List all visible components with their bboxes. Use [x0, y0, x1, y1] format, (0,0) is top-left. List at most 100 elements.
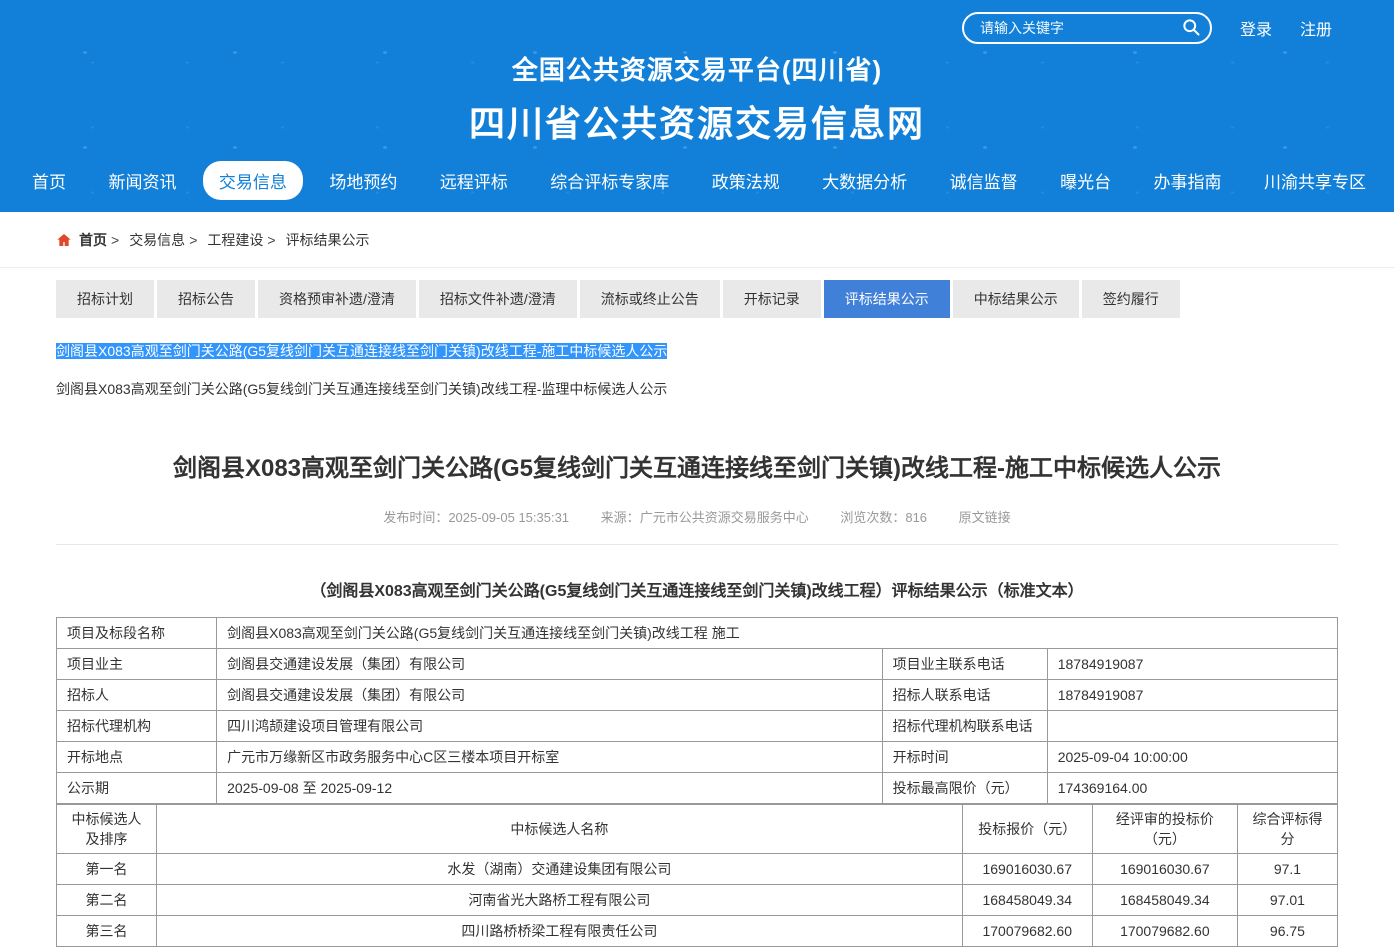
nav-item[interactable]: 首页: [16, 161, 82, 200]
category-tabs: 招标计划 招标公告 资格预审补遗/澄清 招标文件补遗/澄清 流标或终止公告 开标…: [56, 280, 1338, 318]
tab[interactable]: 中标结果公示: [953, 280, 1079, 318]
info-row: 项目及标段名称剑阁县X083高观至剑门关公路(G5复线剑门关互通连接线至剑门关镇…: [57, 618, 1338, 649]
info-cell: 项目及标段名称: [57, 618, 217, 649]
candidates-table: 中标候选人及排序中标候选人名称投标报价（元）经评审的投标价（元）综合评标得分第一…: [56, 804, 1338, 947]
info-cell: 剑阁县交通建设发展（集团）有限公司: [217, 649, 883, 680]
candidate-header-cell: 综合评标得分: [1237, 805, 1337, 854]
info-cell: 开标地点: [57, 742, 217, 773]
register-link[interactable]: 注册: [1300, 16, 1332, 40]
candidate-cell: 97.1: [1237, 854, 1337, 885]
info-cell: 18784919087: [1047, 649, 1337, 680]
candidate-cell: 第三名: [57, 916, 157, 947]
nav-item[interactable]: 政策法规: [696, 161, 796, 200]
info-cell: 开标时间: [882, 742, 1047, 773]
publish-time: 发布时间：2025-09-05 15:35:31: [383, 510, 569, 525]
article-source: 来源：广元市公共资源交易服务中心: [601, 510, 809, 525]
info-cell: 四川鸿颉建设项目管理有限公司: [217, 711, 883, 742]
info-cell: 剑阁县X083高观至剑门关公路(G5复线剑门关互通连接线至剑门关镇)改线工程 施…: [217, 618, 1338, 649]
tab[interactable]: 评标结果公示: [824, 280, 950, 318]
site-titles: 全国公共资源交易平台(四川省) 四川省公共资源交易信息网: [0, 50, 1394, 147]
nav-item[interactable]: 办事指南: [1138, 161, 1238, 200]
candidate-cell: 第一名: [57, 854, 157, 885]
candidate-header-row: 中标候选人及排序中标候选人名称投标报价（元）经评审的投标价（元）综合评标得分: [57, 805, 1338, 854]
content-divider: [56, 544, 1338, 545]
view-count: 浏览次数：816: [840, 510, 927, 525]
info-cell: 项目业主: [57, 649, 217, 680]
info-cell: [1047, 711, 1337, 742]
tab[interactable]: 开标记录: [723, 280, 821, 318]
tab[interactable]: 招标计划: [56, 280, 154, 318]
info-cell: 2025-09-04 10:00:00: [1047, 742, 1337, 773]
info-row: 招标人剑阁县交通建设发展（集团）有限公司招标人联系电话18784919087: [57, 680, 1338, 711]
article-meta: 发布时间：2025-09-05 15:35:31 来源：广元市公共资源交易服务中…: [56, 507, 1338, 526]
search-icon: [1181, 17, 1201, 40]
candidate-cell: 169016030.67: [1092, 854, 1237, 885]
source-value: 广元市公共资源交易服务中心: [640, 510, 809, 525]
candidate-cell: 四川路桥桥梁工程有限责任公司: [157, 916, 963, 947]
info-row: 开标地点广元市万缘新区市政务服务中心C区三楼本项目开标室开标时间2025-09-…: [57, 742, 1338, 773]
nav-item[interactable]: 综合评标专家库: [534, 161, 685, 200]
main-content: 招标计划 招标公告 资格预审补遗/澄清 招标文件补遗/澄清 流标或终止公告 开标…: [56, 280, 1338, 947]
main-nav: 首页 新闻资讯 交易信息 场地预约 远程评标 综合评标专家库 政策法规 大数据分…: [0, 147, 1394, 212]
info-cell: 公示期: [57, 773, 217, 804]
article-subtitle: （剑阁县X083高观至剑门关公路(G5复线剑门关互通连接线至剑门关镇)改线工程）…: [56, 577, 1338, 601]
tab[interactable]: 签约履行: [1082, 280, 1180, 318]
breadcrumb: 首页 交易信息 工程建设 评标结果公示: [0, 212, 1394, 268]
candidate-cell: 97.01: [1237, 885, 1337, 916]
candidate-cell: 170079682.60: [1092, 916, 1237, 947]
candidate-cell: 第二名: [57, 885, 157, 916]
nav-item[interactable]: 新闻资讯: [92, 161, 192, 200]
view-count-value: 816: [905, 510, 927, 525]
nav-item[interactable]: 川渝共享专区: [1248, 161, 1382, 200]
original-link[interactable]: 原文链接: [959, 510, 1011, 525]
nav-item[interactable]: 场地预约: [313, 161, 413, 200]
breadcrumb-item[interactable]: 工程建设: [185, 230, 263, 250]
candidate-row: 第一名水发（湖南）交通建设集团有限公司169016030.67169016030…: [57, 854, 1338, 885]
article-title: 剑阁县X083高观至剑门关公路(G5复线剑门关互通连接线至剑门关镇)改线工程-施…: [56, 448, 1338, 483]
nav-item[interactable]: 交易信息: [203, 161, 303, 200]
candidate-header-cell: 投标报价（元）: [962, 805, 1092, 854]
source-label: 来源：: [601, 510, 640, 525]
candidate-header-cell: 经评审的投标价（元）: [1092, 805, 1237, 854]
candidate-row: 第二名河南省光大路桥工程有限公司168458049.34168458049.34…: [57, 885, 1338, 916]
candidate-cell: 水发（湖南）交通建设集团有限公司: [157, 854, 963, 885]
candidate-header-cell: 中标候选人名称: [157, 805, 963, 854]
nav-item[interactable]: 远程评标: [424, 161, 524, 200]
info-cell: 广元市万缘新区市政务服务中心C区三楼本项目开标室: [217, 742, 883, 773]
breadcrumb-items: 首页 交易信息 工程建设 评标结果公示: [79, 230, 370, 250]
candidate-cell: 169016030.67: [962, 854, 1092, 885]
nav-item[interactable]: 大数据分析: [806, 161, 923, 200]
tab[interactable]: 流标或终止公告: [580, 280, 720, 318]
breadcrumb-item[interactable]: 首页: [79, 230, 107, 250]
announcement-title: 剑阁县X083高观至剑门关公路(G5复线剑门关互通连接线至剑门关镇)改线工程-施…: [56, 343, 667, 359]
candidate-cell: 河南省光大路桥工程有限公司: [157, 885, 963, 916]
login-link[interactable]: 登录: [1240, 16, 1272, 40]
announcement-list-item[interactable]: 剑阁县X083高观至剑门关公路(G5复线剑门关互通连接线至剑门关镇)改线工程-监…: [56, 374, 1338, 404]
announcement-list: 剑阁县X083高观至剑门关公路(G5复线剑门关互通连接线至剑门关镇)改线工程-施…: [56, 336, 1338, 404]
search-button[interactable]: [1176, 15, 1206, 41]
tab[interactable]: 招标文件补遗/澄清: [419, 280, 577, 318]
project-info-table: 项目及标段名称剑阁县X083高观至剑门关公路(G5复线剑门关互通连接线至剑门关镇…: [56, 617, 1338, 804]
home-icon: [56, 232, 72, 248]
candidate-cell: 170079682.60: [962, 916, 1092, 947]
nav-item[interactable]: 诚信监督: [934, 161, 1034, 200]
tab[interactable]: 招标公告: [157, 280, 255, 318]
info-cell: 招标人联系电话: [882, 680, 1047, 711]
info-row: 招标代理机构四川鸿颉建设项目管理有限公司招标代理机构联系电话: [57, 711, 1338, 742]
breadcrumb-item[interactable]: 评标结果公示: [263, 230, 369, 250]
search-input[interactable]: [962, 12, 1212, 44]
publish-time-value: 2025-09-05 15:35:31: [448, 510, 569, 525]
info-row: 公示期2025-09-08 至 2025-09-12投标最高限价（元）17436…: [57, 773, 1338, 804]
top-bar: 登录 注册: [0, 10, 1394, 46]
announcement-title: 剑阁县X083高观至剑门关公路(G5复线剑门关互通连接线至剑门关镇)改线工程-监…: [56, 381, 667, 397]
announcement-list-item[interactable]: 剑阁县X083高观至剑门关公路(G5复线剑门关互通连接线至剑门关镇)改线工程-施…: [56, 336, 1338, 366]
publish-time-label: 发布时间：: [383, 510, 448, 525]
info-cell: 招标人: [57, 680, 217, 711]
nav-item[interactable]: 曝光台: [1044, 161, 1127, 200]
search-box: [962, 12, 1212, 44]
tab[interactable]: 资格预审补遗/澄清: [258, 280, 416, 318]
candidate-row: 第三名四川路桥桥梁工程有限责任公司170079682.60170079682.6…: [57, 916, 1338, 947]
info-cell: 18784919087: [1047, 680, 1337, 711]
breadcrumb-item[interactable]: 交易信息: [107, 230, 185, 250]
candidate-cell: 168458049.34: [962, 885, 1092, 916]
